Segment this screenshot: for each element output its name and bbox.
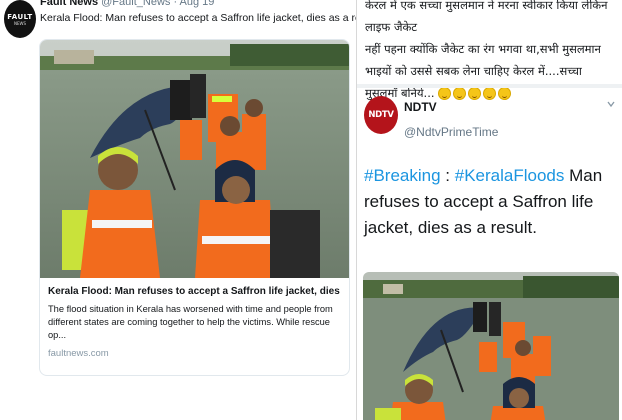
card-title[interactable]: Kerala Flood: Man refuses to accept a Sa… — [48, 286, 341, 297]
grinning-face-icon — [453, 87, 467, 100]
divider — [357, 84, 622, 88]
grinning-face-icon — [483, 87, 497, 100]
tweet-header: Fault News @Fault_News · Aug 19 — [40, 0, 214, 8]
hindi-line: केरल में एक सच्चा मुसलमान ने मरना स्वीका… — [365, 0, 608, 34]
chevron-down-icon[interactable] — [607, 100, 615, 108]
quoted-tweet-text: #Breaking : #KeralaFloods Man refuses to… — [364, 166, 603, 237]
flood-rescue-photo[interactable] — [363, 272, 619, 420]
hashtag-breaking[interactable]: #Breaking — [364, 166, 441, 185]
card-domain[interactable]: faultnews.com — [48, 348, 341, 359]
ndtv-logo[interactable]: NDTV — [364, 96, 398, 134]
flood-rescue-photo — [40, 40, 349, 278]
link-card[interactable]: Kerala Flood: Man refuses to accept a Sa… — [39, 39, 350, 376]
fault-news-avatar[interactable]: FAULT NEWS — [4, 0, 36, 38]
hindi-line: भाइयों को उससे सबक लेना चाहिए केरल में..… — [365, 64, 582, 78]
hindi-tweet-with-quote: केरल में एक सच्चा मुसलमान ने मरना स्वीका… — [356, 0, 622, 420]
fault-news-tweet: FAULT NEWS Fault News @Fault_News · Aug … — [0, 0, 377, 420]
grinning-face-icon — [438, 87, 452, 100]
hindi-tweet-text: केरल में एक सच्चा मुसलमान ने मरना स्वीका… — [365, 0, 617, 104]
grinning-face-icon — [468, 87, 482, 100]
card-description: The flood situation in Kerala has worsen… — [48, 304, 333, 340]
hindi-line: नहीं पहना क्योंकि जैकेट का रंग भगवा था,स… — [365, 42, 601, 56]
quoted-author-handle[interactable]: @NdtvPrimeTime — [404, 125, 498, 139]
grinning-face-icon — [498, 87, 512, 100]
author-name[interactable]: Fault News — [40, 0, 98, 8]
quoted-author-name[interactable]: NDTV — [404, 100, 437, 114]
hashtag-keralafloods[interactable]: #KeralaFloods — [455, 166, 565, 185]
tweet-text: Kerala Flood: Man refuses to accept a Sa… — [40, 12, 378, 24]
emoji-row — [438, 87, 512, 100]
author-handle[interactable]: @Fault_News · Aug 19 — [101, 0, 214, 8]
